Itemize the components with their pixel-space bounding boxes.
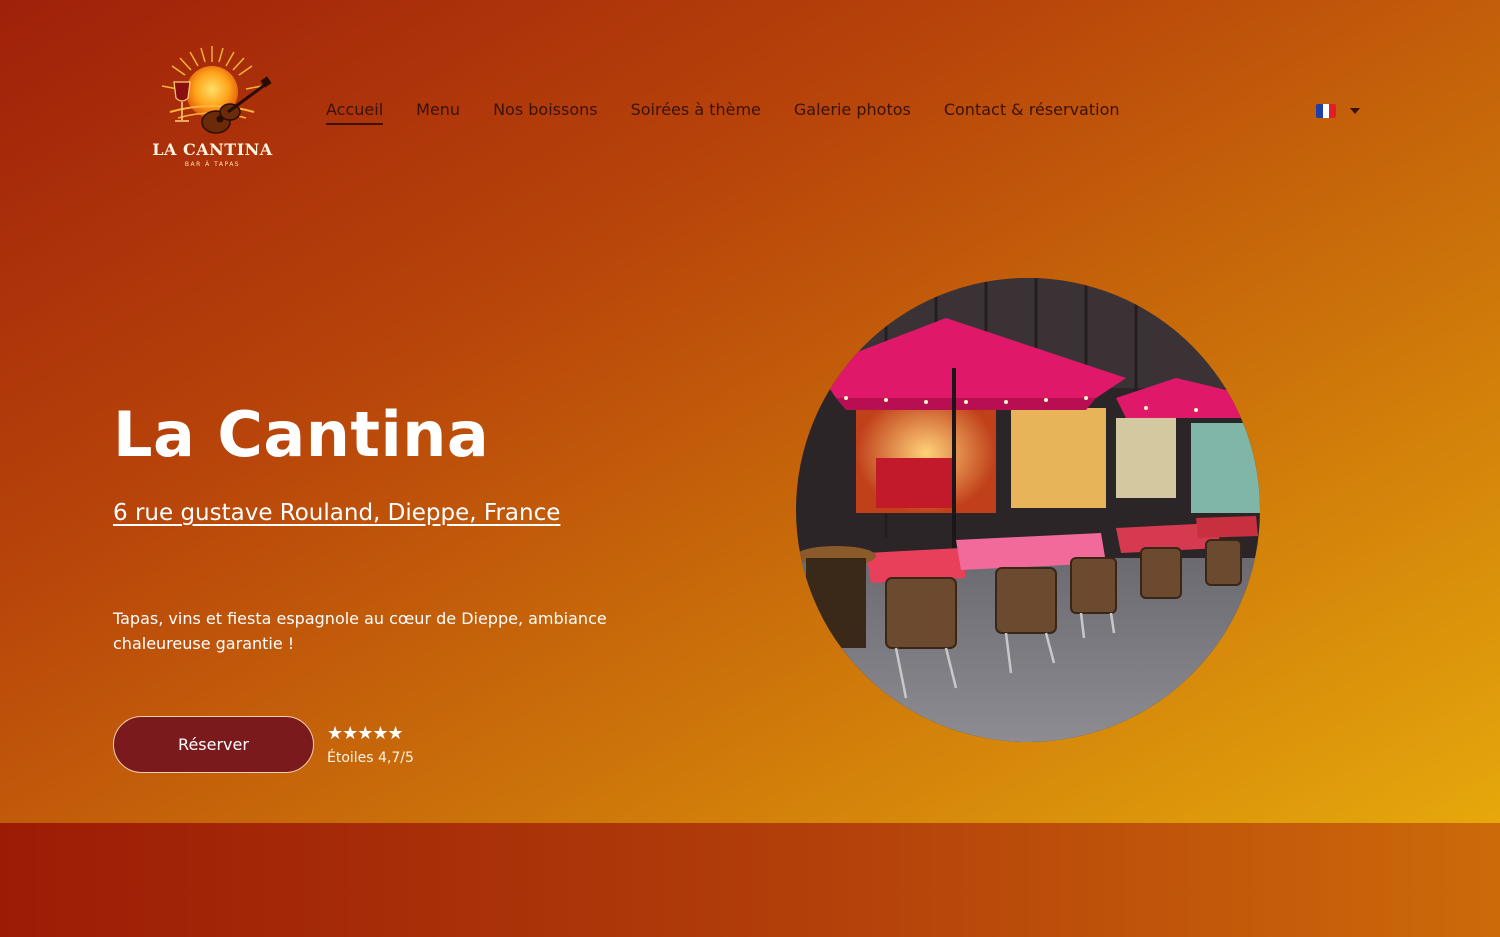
nav-item-galerie-photos[interactable]: Galerie photos	[794, 100, 911, 125]
rating-block: ★★★★★ Étoiles 4,7/5	[327, 723, 414, 767]
rating-label: Étoiles 4,7/5	[327, 750, 414, 766]
next-section-band	[0, 823, 1500, 937]
reserve-button[interactable]: Réserver	[113, 716, 314, 773]
nav-item-soirees-a-theme[interactable]: Soirées à thème	[631, 100, 761, 125]
hero-tagline: Tapas, vins et fiesta espagnole au cœur …	[113, 609, 607, 653]
logo-wordmark: LA CANTINA	[152, 140, 273, 159]
restaurant-terrace-photo	[796, 278, 1260, 742]
nav-item-contact-reservation[interactable]: Contact & réservation	[944, 100, 1120, 125]
star-rating-icon: ★★★★★	[327, 723, 404, 744]
france-flag-icon	[1316, 104, 1336, 118]
page-title: La Cantina	[113, 398, 490, 471]
nav-item-menu[interactable]: Menu	[416, 100, 460, 125]
logo-subtitle: BAR À TAPAS	[184, 161, 241, 168]
nav-item-accueil[interactable]: Accueil	[326, 100, 384, 125]
nav-item-nos-boissons[interactable]: Nos boissons	[493, 100, 598, 125]
sun-icon	[161, 46, 272, 134]
main-nav: Accueil Menu Nos boissons Soirées à thèm…	[326, 100, 1153, 125]
language-selector[interactable]	[1316, 104, 1360, 118]
site-logo[interactable]: LA CANTINA BAR À TAPAS	[150, 42, 275, 172]
caret-down-icon	[1350, 108, 1360, 114]
address-link[interactable]: 6 rue gustave Rouland, Dieppe, France	[113, 500, 560, 526]
